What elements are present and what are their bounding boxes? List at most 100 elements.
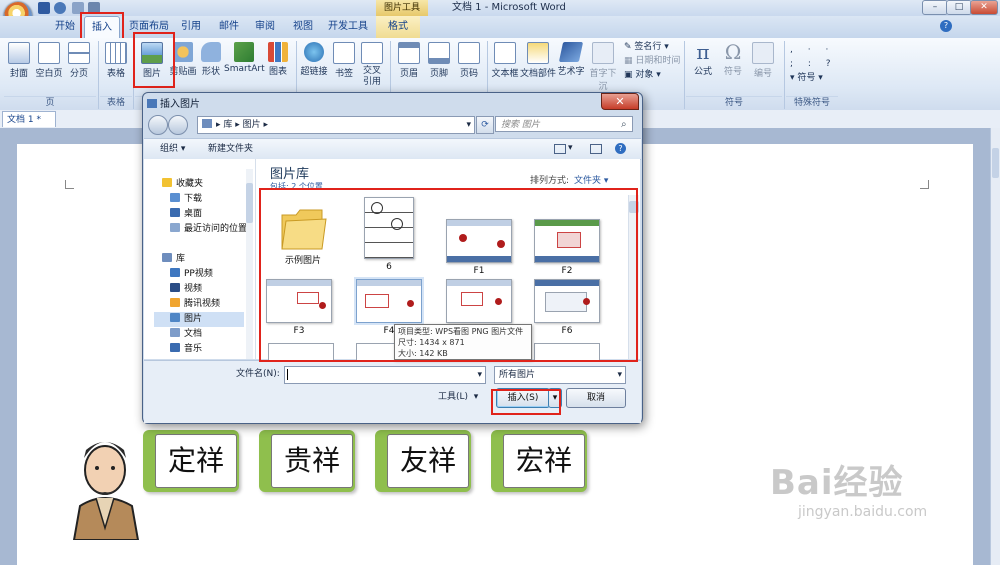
- close-button[interactable]: ✕: [970, 0, 998, 15]
- tools-button[interactable]: 工具(L) ▾: [438, 388, 478, 406]
- tab-references[interactable]: 引用: [176, 16, 206, 38]
- tab-view[interactable]: 视图: [288, 16, 318, 38]
- refresh-icon[interactable]: ⟳: [476, 116, 494, 134]
- dialog-toolbar: 组织 ▾ 新建文件夹 ▾ ?: [144, 138, 641, 160]
- dialog-close-button[interactable]: ✕: [601, 93, 639, 110]
- favorites-header[interactable]: 收藏夹: [162, 177, 203, 192]
- maximize-button[interactable]: □: [946, 0, 972, 15]
- chart-button[interactable]: 图表: [264, 40, 292, 96]
- nav-scrollbar[interactable]: [246, 169, 253, 359]
- nav-item-label: 腾讯视频: [184, 299, 221, 309]
- hyperlink-button[interactable]: 超链接: [298, 40, 330, 96]
- page-break-button[interactable]: 分页: [64, 40, 94, 96]
- character-card[interactable]: 定祥: [143, 430, 239, 492]
- save-icon[interactable]: [38, 2, 50, 14]
- character-card[interactable]: 宏祥: [491, 430, 587, 492]
- organize-label: 组织: [160, 144, 179, 154]
- table-button[interactable]: 表格: [102, 40, 130, 96]
- nav-item-downloads[interactable]: 下载: [170, 192, 202, 207]
- character-card[interactable]: 友祥: [375, 430, 471, 492]
- recent-places-icon: [170, 223, 180, 232]
- watermark-brand: Bai经验: [770, 463, 904, 503]
- breadcrumb-pictures[interactable]: 图片: [243, 120, 261, 130]
- special-symbol-dropdown[interactable]: ▾ 符号 ▾: [790, 72, 823, 85]
- symbol-button[interactable]: Ω 符号: [718, 40, 748, 96]
- nav-item-tencent-video[interactable]: 腾讯视频: [170, 297, 220, 312]
- textbox-button[interactable]: 文本框: [490, 40, 520, 96]
- date-time-item[interactable]: ▦ 日期和时间: [624, 55, 680, 68]
- libraries-label: 库: [176, 254, 186, 264]
- header-button[interactable]: 页眉: [394, 40, 424, 96]
- hyperlink-label: 超链接: [300, 67, 328, 77]
- baidu-watermark: Bai经验 jingyan.baidu.com: [770, 455, 927, 520]
- drop-cap-button[interactable]: 首字下沉: [586, 40, 620, 96]
- numbering-button[interactable]: 编号: [748, 40, 778, 96]
- nav-item-documents[interactable]: 文档: [170, 327, 202, 342]
- nav-item-label: PP视频: [184, 269, 213, 279]
- cross-reference-button[interactable]: 交叉引用: [358, 40, 386, 96]
- back-button[interactable]: [148, 115, 168, 135]
- object-item[interactable]: ▣ 对象 ▾: [624, 69, 661, 82]
- shapes-button[interactable]: 形状: [198, 40, 224, 96]
- help-icon[interactable]: ?: [940, 20, 952, 32]
- libraries-header[interactable]: 库: [162, 252, 185, 267]
- cross-reference-icon: [361, 42, 383, 64]
- nav-item-pictures[interactable]: 图片: [154, 312, 244, 327]
- group-pages-label: 页: [4, 96, 96, 109]
- address-bar[interactable]: ▸ 库 ▸ 图片 ▸ ▾: [197, 116, 475, 134]
- character-card[interactable]: 贵祥: [259, 430, 355, 492]
- equation-button[interactable]: π 公式: [688, 40, 718, 96]
- chevron-down-icon[interactable]: ▾: [617, 367, 622, 383]
- wordart-button[interactable]: 艺术字: [556, 40, 586, 96]
- header-icon: [398, 42, 420, 64]
- tab-review[interactable]: 审阅: [250, 16, 280, 38]
- cover-page-button[interactable]: 封面: [4, 40, 34, 96]
- margin-mark: [65, 180, 74, 189]
- smartart-button[interactable]: SmartArt: [224, 40, 265, 96]
- forward-button[interactable]: [168, 115, 188, 135]
- picture-tools-context-title: 图片工具: [376, 0, 428, 16]
- quick-parts-button[interactable]: 文档部件: [520, 40, 556, 96]
- nav-item-music[interactable]: 音乐: [170, 342, 202, 354]
- special-symbols-grid[interactable]: , · ·: [790, 44, 834, 57]
- bookmark-button[interactable]: 书签: [330, 40, 358, 96]
- special-symbols-grid-2[interactable]: ; : ?: [790, 58, 837, 71]
- nav-item-pp-video[interactable]: PP视频: [170, 267, 213, 282]
- breadcrumb-library[interactable]: 库: [223, 120, 232, 130]
- chevron-down-icon[interactable]: ▾: [477, 367, 482, 383]
- undo-icon[interactable]: [54, 2, 66, 14]
- search-icon[interactable]: ⌕: [621, 119, 627, 130]
- tab-home[interactable]: 开始: [50, 16, 80, 38]
- minimize-button[interactable]: –: [922, 0, 948, 15]
- header-label: 页眉: [399, 69, 418, 79]
- blank-page-button[interactable]: 空白页: [34, 40, 64, 96]
- view-dropdown-icon[interactable]: ▾: [568, 141, 573, 155]
- organize-button[interactable]: 组织 ▾: [160, 139, 185, 159]
- view-icon[interactable]: [554, 144, 566, 154]
- nav-scrollbar-thumb[interactable]: [246, 183, 253, 223]
- page-number-button[interactable]: 页码: [454, 40, 484, 96]
- special-symbol-label: 符号: [797, 73, 816, 83]
- arrange-by-dropdown[interactable]: 文件夹 ▾: [574, 173, 608, 186]
- tab-mailings[interactable]: 邮件: [214, 16, 244, 38]
- cancel-button[interactable]: 取消: [566, 388, 626, 408]
- footer-button[interactable]: 页脚: [424, 40, 454, 96]
- document-tab[interactable]: 文档 1 *: [2, 111, 56, 127]
- search-input[interactable]: 搜索 图片: [495, 116, 633, 132]
- new-folder-button[interactable]: 新建文件夹: [208, 139, 253, 159]
- nav-item-recent[interactable]: 最近访问的位置: [170, 222, 247, 237]
- file-type-select[interactable]: 所有图片 ▾: [494, 366, 626, 384]
- help-icon[interactable]: ?: [615, 143, 626, 154]
- signature-line-item[interactable]: ✎ 签名行 ▾: [624, 41, 669, 54]
- tab-format[interactable]: 格式: [376, 16, 420, 38]
- scrollbar-thumb[interactable]: [992, 148, 999, 178]
- vertical-scrollbar[interactable]: [990, 128, 1000, 565]
- filename-input[interactable]: ▾: [284, 366, 486, 384]
- group-tables-label: 表格: [100, 96, 132, 109]
- nav-item-label: 文档: [184, 329, 203, 339]
- chevron-down-icon[interactable]: ▾: [466, 117, 471, 133]
- nav-item-videos[interactable]: 视频: [170, 282, 202, 297]
- preview-pane-icon[interactable]: [590, 144, 602, 154]
- tab-developer[interactable]: 开发工具: [326, 16, 370, 38]
- nav-item-desktop[interactable]: 桌面: [170, 207, 202, 222]
